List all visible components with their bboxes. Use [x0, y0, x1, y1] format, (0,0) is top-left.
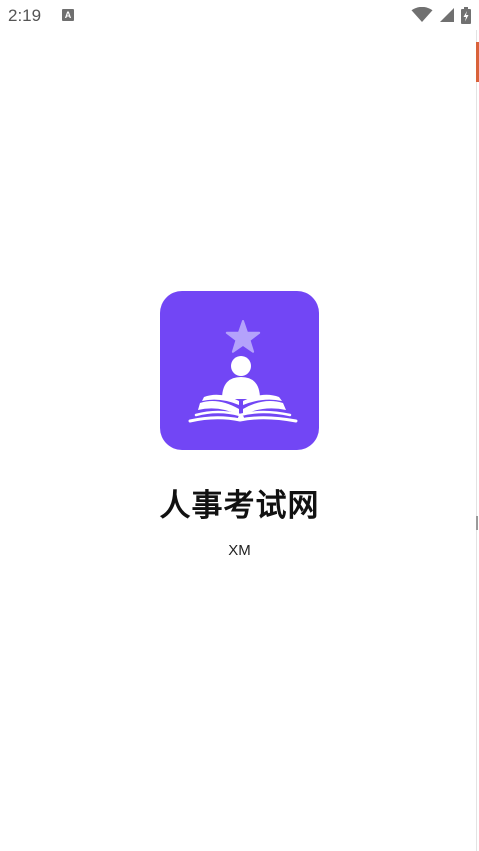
scroll-track: [476, 30, 477, 851]
app-title: 人事考试网: [159, 488, 320, 524]
battery-charging-icon: [461, 6, 471, 24]
text-a-icon: A: [62, 9, 74, 21]
app-logo: [160, 291, 319, 450]
star-icon: [225, 320, 261, 353]
person-head: [231, 356, 251, 376]
app-subtitle: XM: [228, 542, 251, 559]
book-reader-star-logo: [188, 320, 298, 423]
wifi-icon: [411, 7, 433, 23]
splash-screen: 2:19 A 人事考试网 XM: [0, 0, 479, 851]
status-icons: [411, 6, 471, 24]
person-body: [222, 377, 260, 399]
status-time: 2:19: [8, 6, 42, 25]
status-bar: 2:19 A: [0, 0, 479, 32]
cellular-signal-icon: [439, 7, 455, 23]
